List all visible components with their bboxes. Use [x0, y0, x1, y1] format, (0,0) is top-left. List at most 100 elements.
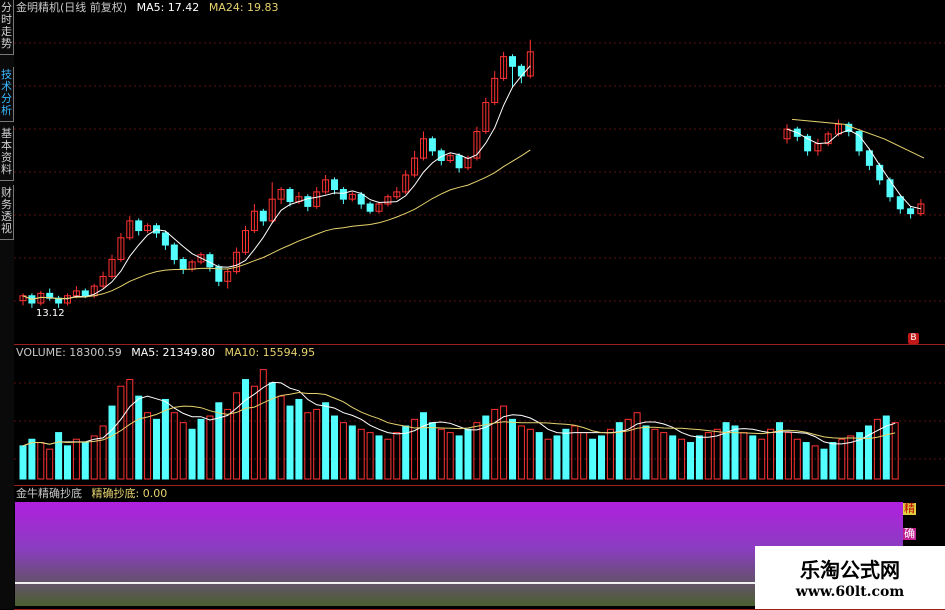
price-header: 金明精机(日线 前复权) MA5: 17.42 MA24: 19.83: [16, 1, 285, 14]
watermark-url: www.60lt.com: [795, 584, 905, 600]
volume-bar: [117, 385, 125, 480]
volume-bar: [46, 448, 54, 480]
ma5-label: MA5: 17.42: [136, 1, 200, 14]
tab-financial[interactable]: 财务透视: [0, 185, 14, 240]
volume-bar: [99, 425, 107, 480]
price-candle: [286, 188, 294, 203]
volume-bar: [829, 442, 837, 480]
volume-bar: [295, 398, 303, 480]
volume-label: VOLUME: 18300.59: [16, 346, 122, 359]
tab-technical-analysis[interactable]: 技术分析: [0, 67, 14, 122]
volume-bar: [428, 422, 436, 480]
volume-bar: [571, 425, 579, 480]
volume-bar: [206, 415, 214, 480]
price-candle: [339, 188, 347, 200]
volume-bar: [304, 412, 312, 480]
price-candle: [179, 259, 187, 270]
signal-char-2: 确: [903, 527, 916, 540]
volume-bar: [277, 395, 285, 480]
volume-bar: [322, 402, 330, 480]
volume-ma10-label: MA10: 15594.95: [224, 346, 316, 359]
price-candle: [357, 193, 365, 205]
volume-bar: [126, 379, 134, 480]
indicator-value: 精确抄底: 0.00: [91, 487, 168, 500]
volume-bar: [90, 435, 98, 480]
volume-bar: [633, 412, 641, 480]
price-candle: [509, 56, 516, 67]
price-panel[interactable]: 金明精机(日线 前复权) MA5: 17.42 MA24: 19.83 13.1…: [14, 0, 945, 345]
volume-bar: [873, 418, 881, 480]
volume-bar: [19, 445, 27, 480]
volume-bar: [144, 412, 152, 480]
volume-bar: [437, 428, 445, 480]
volume-bar: [784, 432, 792, 480]
volume-bar: [553, 435, 561, 480]
tab-intraday[interactable]: 分时走势: [0, 0, 14, 55]
buy-signal-badge[interactable]: B: [908, 333, 919, 344]
volume-bar: [767, 428, 775, 480]
price-candle: [366, 203, 374, 212]
watermark-title: 乐淘公式网: [800, 558, 900, 582]
volume-bar: [526, 428, 534, 480]
volume-chart[interactable]: [14, 345, 945, 485]
volume-bar: [170, 412, 178, 480]
price-candle: [206, 254, 214, 268]
volume-bar: [713, 428, 721, 480]
volume-bar: [660, 432, 668, 480]
volume-bar: [731, 425, 739, 480]
volume-bar: [740, 432, 748, 480]
volume-bar: [179, 422, 187, 480]
volume-bar: [891, 422, 899, 480]
volume-bar: [81, 442, 89, 480]
volume-bar: [37, 442, 45, 480]
candlestick-chart[interactable]: [14, 0, 945, 344]
volume-bar: [242, 379, 249, 480]
volume-bar: [224, 408, 232, 480]
volume-bar: [598, 435, 605, 480]
volume-bar: [286, 405, 294, 480]
price-candle: [428, 138, 436, 152]
price-candle: [259, 210, 267, 222]
volume-bar: [509, 418, 516, 480]
volume-bar: [517, 425, 525, 480]
volume-bar: [250, 385, 258, 480]
volume-bar: [580, 432, 588, 480]
volume-panel[interactable]: VOLUME: 18300.59 MA5: 21349.80 MA10: 155…: [14, 345, 945, 486]
volume-bar: [473, 422, 481, 480]
volume-bar: [64, 445, 71, 480]
price-candle: [161, 232, 169, 246]
volume-bar: [802, 442, 810, 480]
volume-bar: [215, 402, 223, 480]
stock-title: 金明精机(日线 前复权): [16, 1, 128, 14]
indicator-header: 金牛精确抄底 精确抄底: 0.00: [16, 487, 173, 500]
volume-bar: [669, 435, 677, 480]
volume-bar: [589, 438, 597, 480]
price-candle: [170, 244, 178, 261]
price-candle: [81, 290, 89, 297]
volume-bar: [820, 448, 828, 480]
volume-header: VOLUME: 18300.59 MA5: 21349.80 MA10: 155…: [16, 346, 321, 359]
price-candle: [135, 220, 143, 232]
side-tab-bar: 分时走势 技术分析 基本资料 财务透视: [0, 0, 14, 609]
volume-bar: [153, 418, 160, 480]
volume-bar: [535, 432, 543, 480]
volume-bar: [455, 435, 463, 480]
price-candle: [517, 65, 525, 77]
low-price-label: 13.12: [36, 308, 65, 319]
volume-bar: [695, 435, 703, 480]
volume-bar: [687, 442, 694, 480]
price-candle: [331, 179, 338, 190]
volume-bar: [339, 422, 347, 480]
price-candle: [876, 164, 884, 181]
volume-bar: [348, 425, 356, 480]
volume-bar: [375, 435, 383, 480]
volume-bar: [28, 438, 36, 480]
volume-bar: [197, 418, 205, 480]
tab-basic-info[interactable]: 基本资料: [0, 126, 14, 181]
price-candle: [907, 208, 915, 215]
volume-bar: [393, 432, 401, 480]
price-candle: [455, 155, 463, 169]
volume-bar: [722, 422, 730, 480]
volume-bar: [268, 382, 276, 480]
volume-bar: [446, 432, 454, 480]
